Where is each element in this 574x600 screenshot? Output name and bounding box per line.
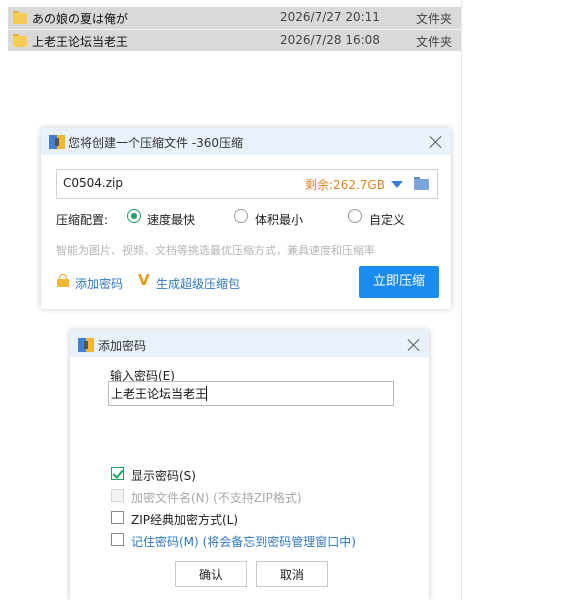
archive-app-icon: [49, 135, 65, 149]
archive-path-field[interactable]: C0504.zip 剩余:262.7GB: [56, 169, 438, 199]
compress-hint: 智能为图片、视频、文档等挑选最优压缩方式，兼具速度和压缩率: [56, 244, 375, 257]
file-date: 2026/7/28 16:08: [280, 33, 380, 47]
file-type: 文件夹: [416, 12, 453, 26]
radio-custom-label[interactable]: 自定义: [369, 211, 405, 228]
password-input[interactable]: [108, 381, 394, 406]
add-password-link[interactable]: 添加密码: [75, 275, 123, 292]
encrypt-filename-checkbox: [111, 489, 124, 502]
radio-smallest-size[interactable]: [234, 209, 248, 223]
confirm-button[interactable]: 确认: [175, 561, 247, 587]
archive-filename[interactable]: C0504.zip: [63, 176, 123, 190]
browse-folder-icon[interactable]: [414, 177, 429, 190]
add-password-title: 添加密码: [98, 339, 147, 353]
super-package-link[interactable]: 生成超级压缩包: [156, 275, 240, 292]
zip-classic-encryption-checkbox[interactable]: [111, 511, 124, 524]
remember-password-label[interactable]: 记住密码(M) (将会备忘到密码管理窗口中): [131, 533, 356, 550]
file-date: 2026/7/27 20:11: [280, 10, 380, 24]
folder-icon: [13, 11, 27, 24]
file-name: あの娘の夏は俺が: [32, 12, 129, 26]
encrypt-filename-label: 加密文件名(N) (不支持ZIP格式): [131, 491, 302, 505]
cancel-button[interactable]: 取消: [256, 561, 328, 587]
radio-custom[interactable]: [348, 209, 362, 223]
lock-icon: [57, 274, 69, 287]
compress-dialog-title: 您将创建一个压缩文件 -360压缩: [68, 136, 244, 150]
close-icon[interactable]: [429, 135, 443, 149]
file-type: 文件夹: [416, 35, 453, 49]
close-icon[interactable]: [407, 338, 421, 352]
add-password-titlebar[interactable]: 添加密码: [70, 330, 429, 357]
free-space-label: 剩余:262.7GB: [305, 178, 385, 192]
file-list-divider: [461, 0, 462, 600]
compress-now-button[interactable]: 立即压缩: [359, 266, 439, 298]
file-name: 上老王论坛当老王: [32, 35, 129, 49]
compress-dialog-titlebar[interactable]: 您将创建一个压缩文件 -360压缩: [41, 128, 451, 155]
chevron-down-icon[interactable]: [391, 181, 403, 188]
text-caret: [206, 386, 207, 401]
remember-password-checkbox[interactable]: [111, 533, 124, 546]
archive-app-icon: [78, 338, 94, 352]
compress-dialog: 您将创建一个压缩文件 -360压缩 C0504.zip 剩余:262.7GB 压…: [41, 128, 451, 309]
radio-speed-fastest[interactable]: [127, 209, 141, 223]
vip-v-icon: V: [138, 271, 150, 289]
radio-speed-fastest-label[interactable]: 速度最快: [147, 211, 195, 228]
add-password-dialog: 添加密码 输入密码(E) 显示密码(S) 加密文件名(N) (不支持ZIP格式)…: [70, 330, 429, 600]
zip-classic-encryption-label[interactable]: ZIP经典加密方式(L): [131, 511, 238, 528]
file-row[interactable]: 上老王论坛当老王 2026/7/28 16:08 文件夹: [8, 29, 461, 51]
compress-config-label: 压缩配置:: [56, 213, 109, 227]
file-row[interactable]: あの娘の夏は俺が 2026/7/27 20:11 文件夹: [8, 7, 461, 29]
radio-smallest-size-label[interactable]: 体积最小: [255, 211, 303, 228]
show-password-checkbox[interactable]: [111, 467, 124, 480]
folder-icon: [13, 34, 27, 47]
show-password-label[interactable]: 显示密码(S): [131, 467, 196, 484]
